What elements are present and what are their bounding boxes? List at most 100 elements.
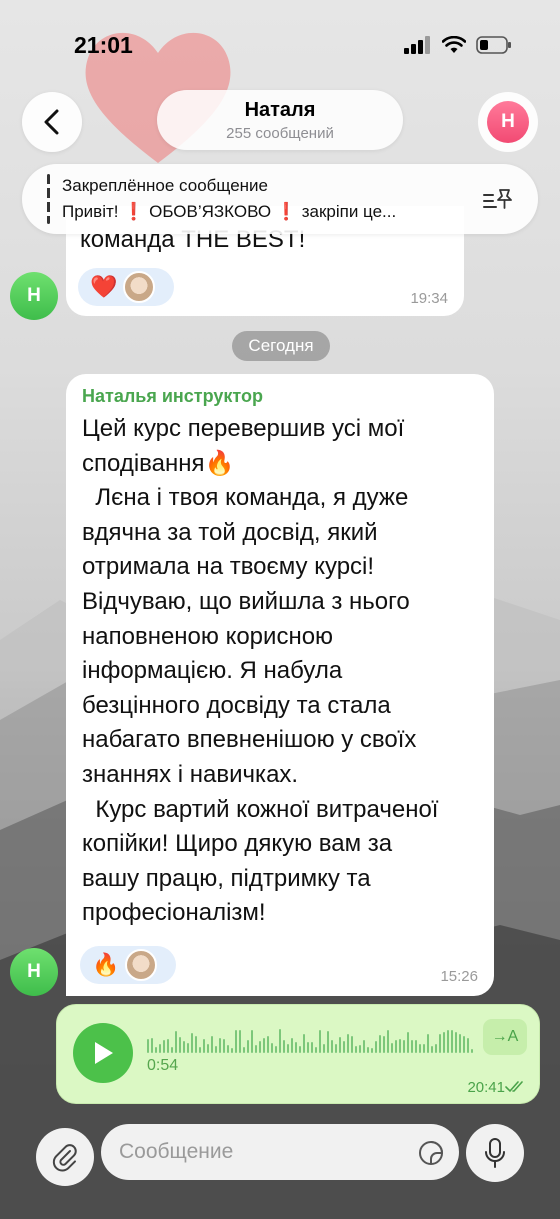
message-line: Курс вартий кожної витраченої bbox=[82, 795, 439, 823]
waveform-bar bbox=[291, 1038, 293, 1053]
reactor-avatar bbox=[123, 271, 156, 303]
message-time: 15:26 bbox=[440, 968, 478, 985]
play-button[interactable] bbox=[73, 1023, 133, 1083]
message-input-container[interactable] bbox=[101, 1124, 459, 1180]
waveform-bar bbox=[371, 1048, 373, 1053]
chat-title[interactable]: Наталя 255 сообщений bbox=[157, 90, 403, 150]
waveform-bar bbox=[203, 1039, 205, 1053]
microphone-icon bbox=[485, 1138, 505, 1168]
waveform-bar bbox=[179, 1037, 181, 1053]
message-line: безцінного досвіду та стала bbox=[82, 691, 391, 719]
waveform-bar bbox=[199, 1047, 201, 1053]
waveform-bar bbox=[171, 1047, 173, 1053]
pinned-message-bar[interactable]: Закреплённое сообщение Привіт! ❗ ОБОВ’ЯЗ… bbox=[22, 164, 538, 234]
waveform-bar bbox=[279, 1029, 281, 1053]
sender-name[interactable]: Наталья инструктор bbox=[82, 386, 263, 407]
message-line: професіоналізм! bbox=[82, 899, 266, 927]
heart-reaction-icon: ❤️ bbox=[90, 274, 118, 299]
voice-message-bubble[interactable]: 0:54 →A 20:41 bbox=[56, 1004, 540, 1104]
waveform-bar bbox=[215, 1046, 217, 1053]
waveform-bar bbox=[355, 1046, 357, 1053]
waveform-bar bbox=[255, 1045, 257, 1053]
pin-list-icon[interactable] bbox=[482, 186, 514, 212]
waveform-bar bbox=[299, 1046, 301, 1053]
waveform-bar bbox=[359, 1045, 361, 1053]
battery-icon bbox=[476, 36, 511, 54]
waveform-bar bbox=[379, 1035, 381, 1053]
waveform-bar bbox=[423, 1044, 425, 1053]
waveform-bar bbox=[471, 1049, 473, 1053]
reactor-avatar bbox=[125, 949, 158, 981]
sender-avatar[interactable]: Н bbox=[10, 948, 58, 996]
waveform-bar bbox=[343, 1041, 345, 1053]
waveform-bar bbox=[287, 1044, 289, 1053]
waveform-bar bbox=[463, 1036, 465, 1053]
signal-icon bbox=[404, 36, 430, 54]
chat-avatar[interactable]: Н bbox=[478, 92, 538, 152]
waveform-bar bbox=[375, 1041, 377, 1053]
waveform-bar bbox=[219, 1038, 221, 1053]
waveform-bar bbox=[411, 1040, 413, 1053]
transcribe-button[interactable]: →A bbox=[483, 1019, 527, 1055]
waveform-bar bbox=[447, 1030, 449, 1053]
waveform-bar bbox=[307, 1042, 309, 1053]
waveform-bar bbox=[167, 1039, 169, 1053]
message-line: копійки! Щиро дякую вам за bbox=[82, 830, 393, 858]
attach-button[interactable] bbox=[36, 1128, 94, 1186]
waveform-bar bbox=[223, 1039, 225, 1053]
waveform-bar bbox=[247, 1040, 249, 1053]
waveform[interactable] bbox=[147, 1027, 477, 1055]
waveform-bar bbox=[399, 1039, 401, 1053]
waveform-bar bbox=[451, 1030, 453, 1053]
waveform-bar bbox=[243, 1047, 245, 1053]
waveform-bar bbox=[435, 1044, 437, 1053]
message-time: 19:34 bbox=[410, 290, 448, 307]
waveform-bar bbox=[235, 1030, 237, 1053]
waveform-bar bbox=[363, 1040, 365, 1053]
waveform-bar bbox=[415, 1040, 417, 1053]
status-bar: 21:01 bbox=[0, 0, 560, 90]
waveform-bar bbox=[267, 1036, 269, 1053]
waveform-bar bbox=[195, 1036, 197, 1053]
waveform-bar bbox=[319, 1030, 321, 1053]
message-line: отримала на твоєму курсі! bbox=[82, 553, 375, 581]
fire-reaction-icon: 🔥 bbox=[92, 952, 120, 977]
waveform-bar bbox=[391, 1043, 393, 1053]
message-line: вдячна за той досвід, який bbox=[82, 518, 378, 546]
date-separator: Сегодня bbox=[232, 331, 330, 361]
message-input[interactable] bbox=[101, 1140, 401, 1164]
waveform-bar bbox=[183, 1041, 185, 1053]
message-count: 255 сообщений bbox=[226, 125, 334, 142]
waveform-bar bbox=[263, 1038, 265, 1053]
message-bubble[interactable]: Наталья инструктор Цей курс перевершив у… bbox=[66, 374, 494, 996]
sticker-icon[interactable] bbox=[417, 1139, 445, 1167]
waveform-bar bbox=[283, 1040, 285, 1053]
waveform-bar bbox=[315, 1047, 317, 1053]
microphone-button[interactable] bbox=[466, 1124, 524, 1182]
waveform-bar bbox=[147, 1039, 149, 1053]
wifi-icon bbox=[442, 36, 466, 53]
voice-duration: 0:54 bbox=[147, 1057, 179, 1074]
waveform-bar bbox=[459, 1034, 461, 1053]
status-icons bbox=[404, 36, 512, 54]
reaction-chip[interactable]: ❤️ bbox=[78, 268, 174, 306]
back-button[interactable] bbox=[22, 92, 82, 152]
waveform-bar bbox=[159, 1044, 161, 1053]
message-line: вашу працю, підтримку та bbox=[82, 864, 371, 892]
message-line: сподівання🔥 bbox=[82, 449, 235, 477]
double-check-icon bbox=[505, 1081, 523, 1093]
waveform-bar bbox=[419, 1044, 421, 1053]
pinned-text: Привіт! ❗ ОБОВ’ЯЗКОВО ❗ закріпи це... bbox=[62, 202, 397, 221]
waveform-bar bbox=[467, 1038, 469, 1053]
reaction-chip[interactable]: 🔥 bbox=[80, 946, 176, 984]
message-line: знаннях і навичках. bbox=[82, 760, 299, 788]
waveform-bar bbox=[187, 1043, 189, 1053]
waveform-bar bbox=[239, 1030, 241, 1053]
waveform-bar bbox=[175, 1031, 177, 1053]
pinned-title: Закреплённое сообщение bbox=[62, 176, 268, 195]
waveform-bar bbox=[331, 1040, 333, 1053]
message-line: Цей курс перевершив усі мої bbox=[82, 415, 405, 442]
sender-avatar[interactable]: Н bbox=[10, 272, 58, 320]
avatar-initial: Н bbox=[487, 101, 529, 143]
waveform-bar bbox=[403, 1040, 405, 1053]
